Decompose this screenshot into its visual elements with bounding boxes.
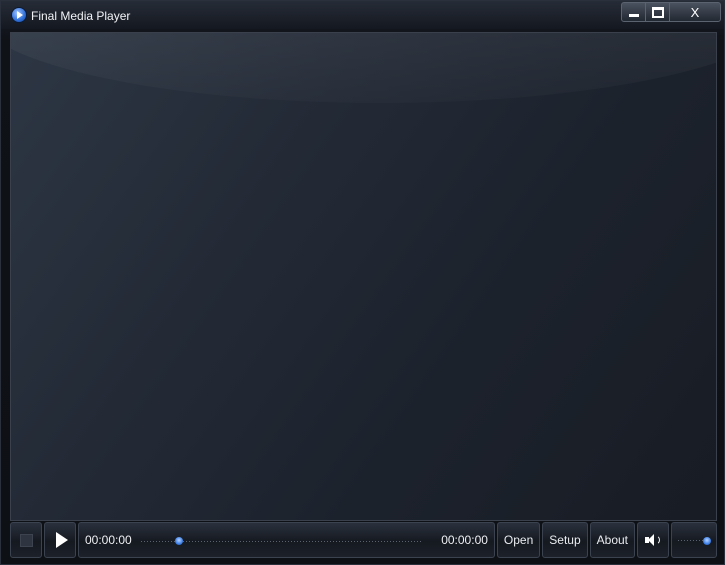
maximize-icon	[651, 6, 664, 18]
seek-thumb[interactable]	[175, 537, 183, 545]
close-icon: X	[690, 4, 700, 20]
title-bar[interactable]: Final Media Player X	[1, 1, 724, 29]
control-bar: 00:00:00 00:00:00 Open Setup About	[10, 522, 717, 558]
play-circle-icon	[12, 8, 26, 22]
speaker-icon	[645, 533, 661, 547]
seek-track[interactable]	[141, 541, 422, 542]
maximize-button[interactable]	[646, 3, 670, 21]
volume-slider[interactable]	[671, 522, 717, 558]
minimize-icon	[628, 14, 639, 17]
stop-button[interactable]	[10, 522, 42, 558]
volume-thumb[interactable]	[703, 537, 711, 545]
seek-bar[interactable]: 00:00:00 00:00:00	[78, 522, 495, 558]
total-time: 00:00:00	[441, 533, 488, 547]
video-display[interactable]	[10, 32, 717, 521]
window-controls: X	[621, 2, 721, 22]
setup-button[interactable]: Setup	[542, 522, 588, 558]
about-button[interactable]: About	[589, 522, 635, 558]
close-button[interactable]: X	[670, 3, 720, 21]
elapsed-time: 00:00:00	[85, 533, 132, 547]
play-icon	[55, 532, 68, 548]
mute-button[interactable]	[637, 522, 669, 558]
minimize-button[interactable]	[622, 3, 646, 21]
play-button[interactable]	[44, 522, 76, 558]
open-button[interactable]: Open	[496, 522, 541, 558]
video-gloss	[11, 33, 716, 103]
stop-icon	[19, 533, 33, 547]
window-title: Final Media Player	[31, 9, 131, 23]
app-window: Final Media Player X 00:00:00 00:00:00 O…	[0, 0, 725, 565]
